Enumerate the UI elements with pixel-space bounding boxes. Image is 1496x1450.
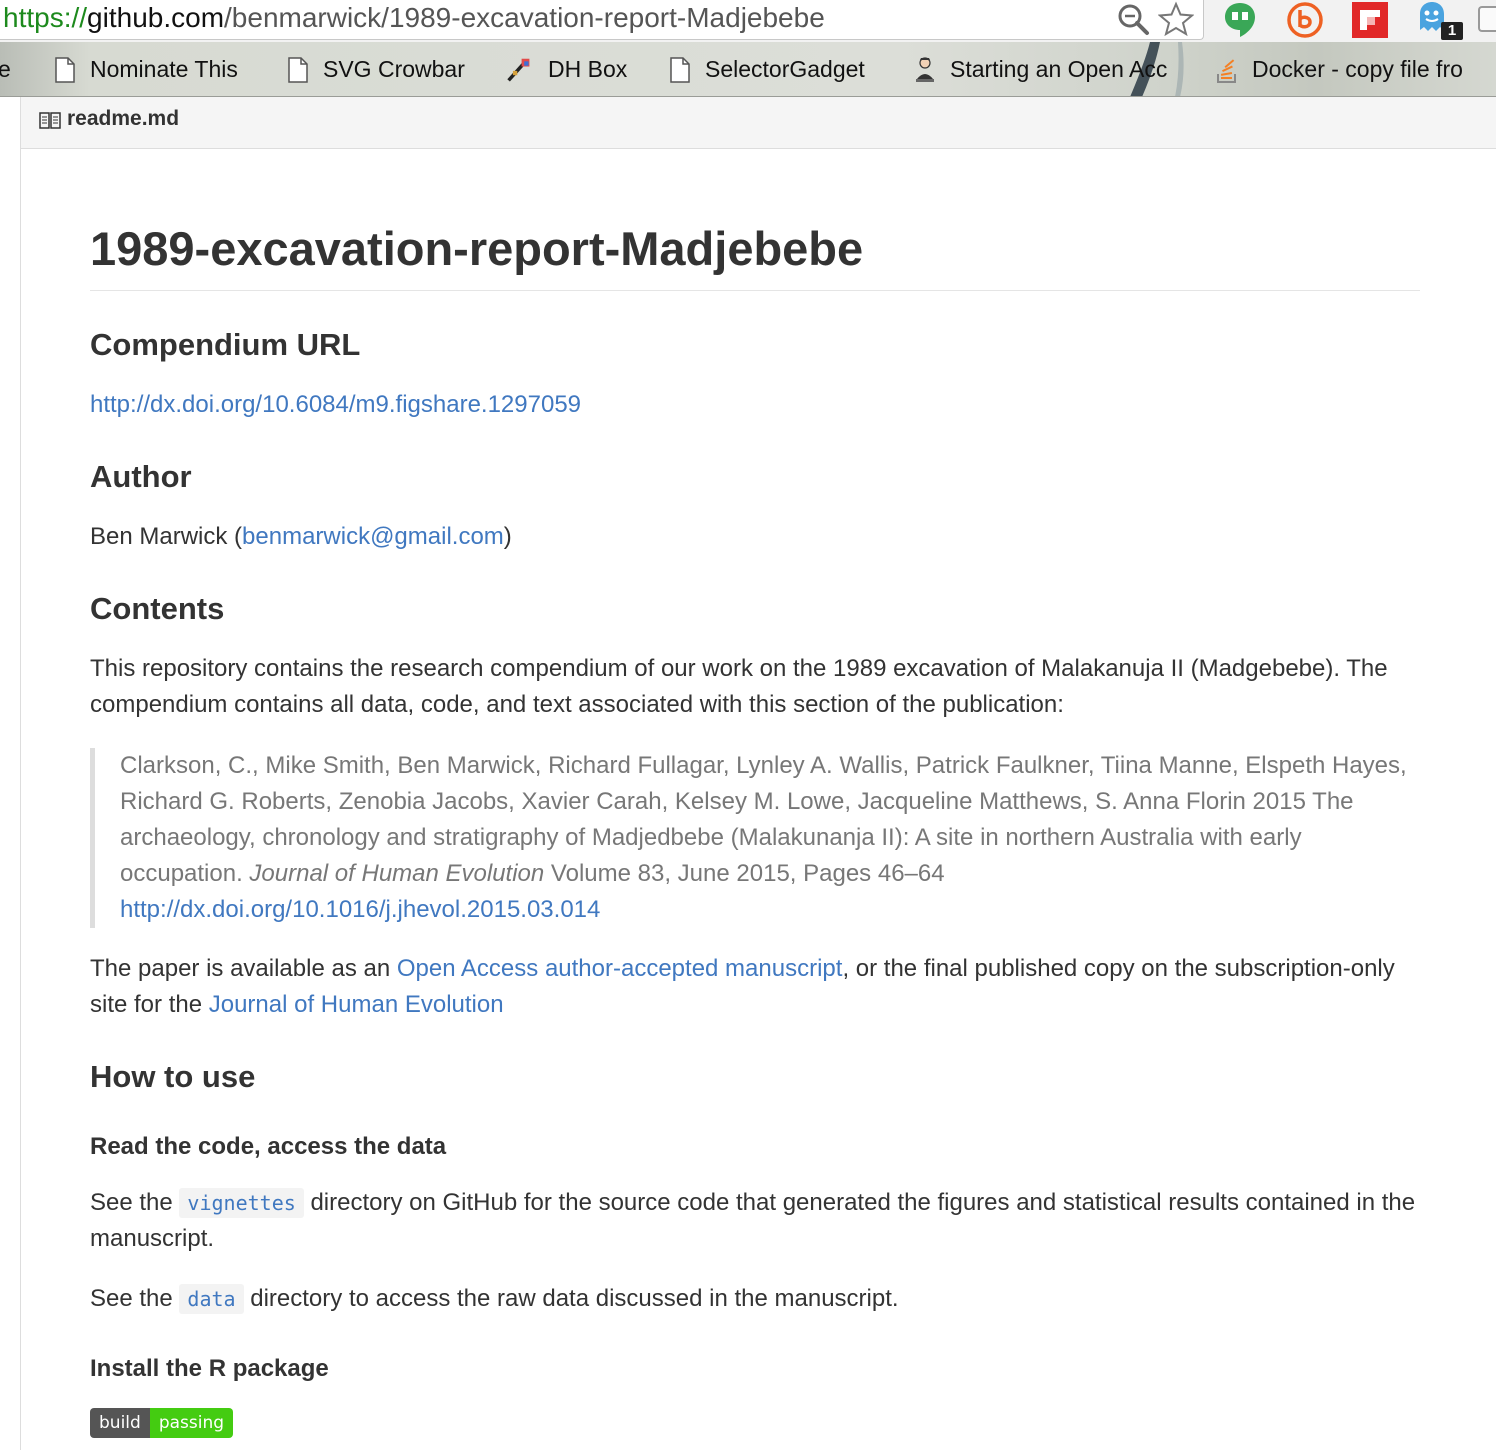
compendium-link[interactable]: http://dx.doi.org/10.6084/m9.figshare.12… [90, 391, 581, 418]
citation-doi-link[interactable]: http://dx.doi.org/10.1016/j.jhevol.2015.… [120, 896, 600, 923]
data-paragraph: See the data directory to access the raw… [90, 1281, 1420, 1317]
author-name: Ben Marwick ( [90, 523, 243, 550]
badge-status: passing [149, 1408, 234, 1438]
bookmark-star-icon[interactable] [1158, 1, 1194, 37]
paper-text-1: The paper is available as an [90, 955, 397, 982]
see-the-text: See the [90, 1285, 180, 1312]
bookmark-label: Docker - copy file fro [1252, 56, 1463, 82]
author-suffix: ) [503, 523, 512, 550]
box-icon [506, 55, 532, 85]
bookmark-label: DH Box [548, 56, 628, 82]
paper-availability-paragraph: The paper is available as an Open Access… [90, 951, 1420, 1023]
author-email-link[interactable]: benmarwick@gmail.com [242, 523, 504, 550]
stackoverflow-icon [1214, 55, 1240, 85]
bookmark-docker[interactable]: Docker - copy file fro [1214, 42, 1463, 96]
page-icon [667, 55, 693, 85]
install-heading: Install the R package [90, 1355, 329, 1382]
address-bar: https://github.com/benmarwick/1989-excav… [0, 0, 1496, 42]
compendium-heading: Compendium URL [90, 327, 361, 362]
contents-heading: Contents [90, 591, 225, 626]
vignettes-code[interactable]: vignettes [179, 1188, 304, 1218]
bookmark-partial-label: e [0, 56, 11, 83]
hangouts-icon[interactable] [1220, 0, 1260, 40]
bookmark-label: SelectorGadget [705, 56, 865, 82]
compendium-paragraph: http://dx.doi.org/10.6084/m9.figshare.12… [90, 387, 1420, 423]
title-divider [90, 290, 1420, 291]
url-host: github.com [87, 2, 225, 33]
ghostery-count-badge: 1 [1447, 22, 1457, 39]
data-text: directory to access the raw data discuss… [243, 1285, 899, 1312]
citation-rest: Volume 83, June 2015, Pages 46–64 [544, 860, 945, 887]
journal-link[interactable]: Journal of Human Evolution [209, 991, 504, 1018]
bitly-icon[interactable] [1285, 0, 1325, 40]
vignettes-paragraph: See the vignettes directory on GitHub fo… [90, 1185, 1420, 1257]
how-to-use-heading: How to use [90, 1059, 256, 1094]
bookmark-label: SVG Crowbar [323, 56, 465, 82]
person-icon [912, 55, 938, 85]
data-code[interactable]: data [179, 1284, 244, 1314]
flipboard-icon[interactable] [1350, 0, 1390, 40]
page-icon [52, 55, 78, 85]
readme-title: 1989-excavation-report-Madjebebe [90, 222, 864, 275]
book-icon [39, 112, 61, 129]
bookmarks-bar: e Nominate This SVG Crowbar DH Box Selec… [0, 42, 1496, 97]
bookmark-svg-crowbar[interactable]: SVG Crowbar [285, 42, 465, 96]
build-status-badge[interactable]: build passing [90, 1408, 234, 1438]
page-icon [285, 55, 311, 85]
bookmark-dh-box[interactable]: DH Box [506, 42, 628, 96]
citation-blockquote: Clarkson, C., Mike Smith, Ben Marwick, R… [90, 748, 1420, 928]
see-the-text: See the [90, 1189, 180, 1216]
bookmark-nominate-this[interactable]: Nominate This [52, 42, 238, 96]
url-field[interactable]: https://github.com/benmarwick/1989-excav… [0, 0, 1204, 40]
bookmark-label: Starting an Open Acc [950, 56, 1168, 82]
contents-paragraph: This repository contains the research co… [90, 655, 1388, 718]
author-paragraph: Ben Marwick (benmarwick@gmail.com) [90, 519, 1420, 555]
open-access-link[interactable]: Open Access author-accepted manuscript [397, 955, 843, 982]
overflow-icon[interactable] [1478, 6, 1496, 32]
url-path: /benmarwick/1989-excavation-report-Madje… [224, 2, 825, 33]
url-scheme: https:// [3, 2, 88, 33]
file-name: readme.md [67, 107, 180, 130]
bookmark-partial[interactable]: e [0, 42, 11, 96]
url-text[interactable]: https://github.com/benmarwick/1989-excav… [3, 1, 825, 35]
bookmark-open-access[interactable]: Starting an Open Acc [912, 42, 1168, 96]
bookmark-selectorgadget[interactable]: SelectorGadget [667, 42, 865, 96]
bookmark-label: Nominate This [90, 56, 238, 82]
badge-label: build [90, 1408, 150, 1438]
file-header: readme.md [21, 97, 1496, 149]
zoom-icon[interactable] [1116, 2, 1150, 36]
author-heading: Author [90, 459, 192, 494]
read-code-heading: Read the code, access the data [90, 1133, 447, 1160]
citation-journal: Journal of Human Evolution [249, 860, 545, 887]
